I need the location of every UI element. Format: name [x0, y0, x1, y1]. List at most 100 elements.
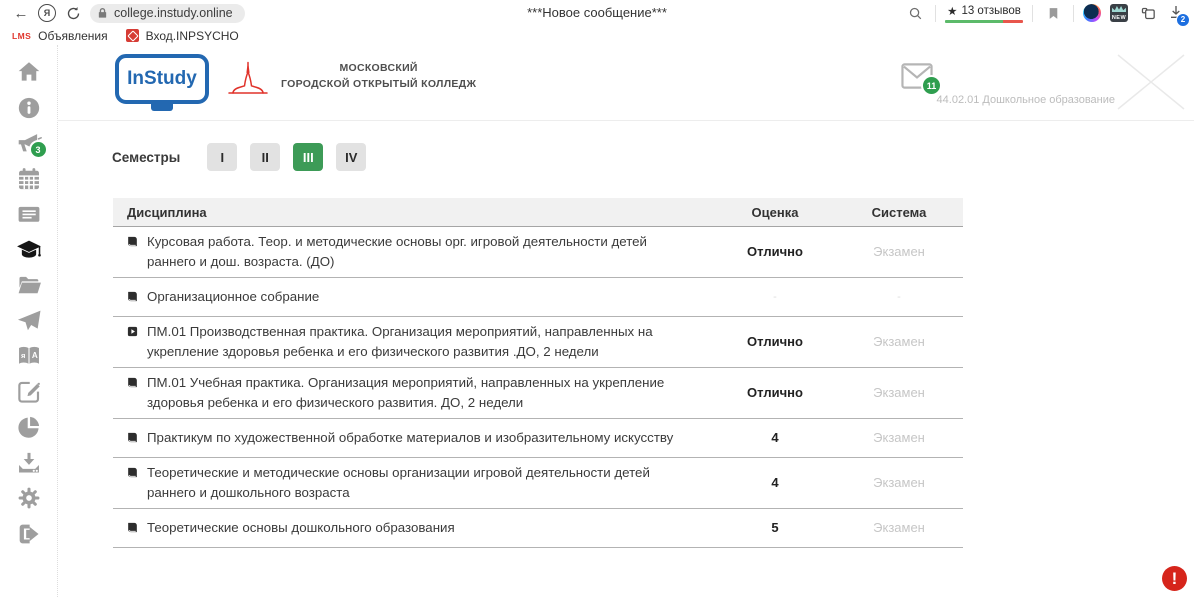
- college-name-line1: МОСКОВСКИЙ: [281, 61, 476, 77]
- semester-switcher: Семестры IIIIIIIV: [112, 143, 379, 171]
- semester-II-button[interactable]: II: [250, 143, 280, 171]
- url-text: college.instudy.online: [114, 6, 233, 20]
- sidebar-item-courses[interactable]: [16, 237, 42, 263]
- college-logo: МОСКОВСКИЙ ГОРОДСКОЙ ОТКРЫТЫЙ КОЛЛЕДЖ: [225, 55, 476, 99]
- sidebar-item-messages[interactable]: [16, 308, 42, 334]
- bookmarks-bar: LMS Объявления Вход.INPSYCHO: [0, 26, 1194, 45]
- svg-text:A: A: [31, 351, 37, 360]
- address-bar[interactable]: college.instudy.online: [90, 4, 245, 23]
- system-value: Экзамен: [835, 520, 963, 535]
- browser-window: ← Я college.instudy.online ***Новое сооб…: [0, 0, 1194, 597]
- book-icon: [126, 466, 139, 479]
- messages-icon: [16, 308, 42, 334]
- table-header: Дисциплина Оценка Система: [113, 198, 963, 227]
- sidebar-item-compose[interactable]: [16, 379, 42, 405]
- gradebook-icon: [16, 201, 42, 227]
- table-row[interactable]: Практикум по художественной обработке ма…: [113, 419, 963, 458]
- sidebar-item-statistics[interactable]: [16, 414, 42, 440]
- table-row[interactable]: ПМ.01 Учебная практика. Организация меро…: [113, 368, 963, 419]
- compose-icon: [16, 379, 42, 405]
- grades-table-body: Курсовая работа. Теор. и методические ос…: [113, 227, 963, 548]
- extension-circle-icon[interactable]: [1083, 4, 1101, 22]
- sidebar-item-calendar[interactable]: [16, 166, 42, 192]
- downloads-badge: 2: [1176, 13, 1190, 27]
- bookmark-item-announcements[interactable]: LMS Объявления: [8, 29, 112, 43]
- dictionary-icon: Aя: [16, 343, 42, 369]
- bookmark-label: Объявления: [38, 29, 107, 43]
- bookmark-item-inpsycho[interactable]: Вход.INPSYCHO: [122, 29, 243, 43]
- downloads-icon: [16, 450, 42, 476]
- book-icon: [126, 376, 139, 389]
- sidebar-item-logout[interactable]: [16, 521, 42, 547]
- college-building-icon: [225, 55, 271, 99]
- sidebar-item-dictionary[interactable]: Aя: [16, 343, 42, 369]
- system-value: Экзамен: [835, 475, 963, 490]
- book-icon: [126, 290, 139, 303]
- new-badge-label: NEW: [1110, 15, 1128, 21]
- semester-IV-button[interactable]: IV: [336, 143, 366, 171]
- system-value: Экзамен: [835, 334, 963, 349]
- reviews-count: 13 отзывов: [961, 5, 1020, 17]
- info-icon: [16, 95, 42, 121]
- sidebar-item-settings[interactable]: [16, 485, 42, 511]
- extensions-button[interactable]: [1137, 2, 1159, 24]
- sidebar-item-gradebook[interactable]: [16, 201, 42, 227]
- book-icon: [126, 235, 139, 248]
- table-row[interactable]: ПМ.01 Производственная практика. Организ…: [113, 317, 963, 368]
- column-header-system: Система: [835, 205, 963, 220]
- table-row[interactable]: Курсовая работа. Теор. и методические ос…: [113, 227, 963, 278]
- program-name: 44.02.01 Дошкольное образование: [937, 94, 1115, 106]
- search-icon: [908, 6, 923, 21]
- downloads-button[interactable]: 2: [1168, 4, 1184, 23]
- sidebar-item-announcements[interactable]: 3: [16, 130, 42, 156]
- grade-value: -: [715, 291, 835, 303]
- bookmark-flag-button[interactable]: [1042, 2, 1064, 24]
- sidebar-item-files[interactable]: [16, 272, 42, 298]
- lms-icon: LMS: [12, 31, 31, 41]
- grade-value: Отлично: [715, 385, 835, 400]
- inpsycho-icon: [126, 29, 139, 42]
- grade-value: Отлично: [715, 334, 835, 349]
- discipline-name: Теоретические и методические основы орга…: [147, 463, 679, 503]
- search-button[interactable]: [904, 2, 926, 24]
- play-icon: [126, 325, 139, 338]
- sidebar-item-info[interactable]: [16, 95, 42, 121]
- settings-icon: [16, 485, 42, 511]
- crown-icon: [1112, 6, 1126, 12]
- book-icon: [126, 521, 139, 534]
- discipline-name: Организационное собрание: [147, 287, 319, 307]
- table-row[interactable]: Теоретические и методические основы орга…: [113, 458, 963, 509]
- mail-button[interactable]: 11: [899, 60, 935, 92]
- back-button[interactable]: ←: [10, 2, 32, 24]
- close-icon[interactable]: [1112, 51, 1190, 113]
- content-header: InStudy МОСКОВСКИЙ ГОРОДСКОЙ ОТКРЫТЫЙ КО…: [57, 45, 1194, 121]
- instudy-logo[interactable]: InStudy: [115, 54, 209, 104]
- files-icon: [16, 272, 42, 298]
- reviews-widget[interactable]: ★ 13 отзывов: [945, 4, 1023, 23]
- grade-value: 4: [715, 475, 835, 490]
- table-row[interactable]: Теоретические основы дошкольного образов…: [113, 509, 963, 548]
- extensions-icon: [1140, 5, 1157, 22]
- discipline-name: Курсовая работа. Теор. и методические ос…: [147, 232, 679, 272]
- alert-button[interactable]: !: [1162, 566, 1187, 591]
- sidebar-item-home[interactable]: [16, 59, 42, 85]
- system-value: -: [835, 291, 963, 303]
- table-row[interactable]: Организационное собрание - -: [113, 278, 963, 317]
- grades-table: Дисциплина Оценка Система Курсовая работ…: [113, 198, 963, 548]
- browser-toolbar: ← Я college.instudy.online ***Новое сооб…: [0, 0, 1194, 26]
- bookmark-label: Вход.INPSYCHO: [146, 29, 239, 43]
- profile-button[interactable]: Я: [38, 4, 56, 22]
- grade-value: Отлично: [715, 244, 835, 259]
- refresh-button[interactable]: [62, 2, 84, 24]
- rating-bar: [945, 20, 1023, 23]
- system-value: Экзамен: [835, 430, 963, 445]
- semester-I-button[interactable]: I: [207, 143, 237, 171]
- sidebar-item-downloads[interactable]: [16, 450, 42, 476]
- extension-new-icon[interactable]: NEW: [1110, 4, 1128, 22]
- refresh-icon: [66, 6, 81, 21]
- semester-III-button[interactable]: III: [293, 143, 323, 171]
- home-icon: [16, 59, 42, 85]
- system-value: Экзамен: [835, 244, 963, 259]
- discipline-name: ПМ.01 Производственная практика. Организ…: [147, 322, 679, 362]
- divider: [1032, 5, 1033, 22]
